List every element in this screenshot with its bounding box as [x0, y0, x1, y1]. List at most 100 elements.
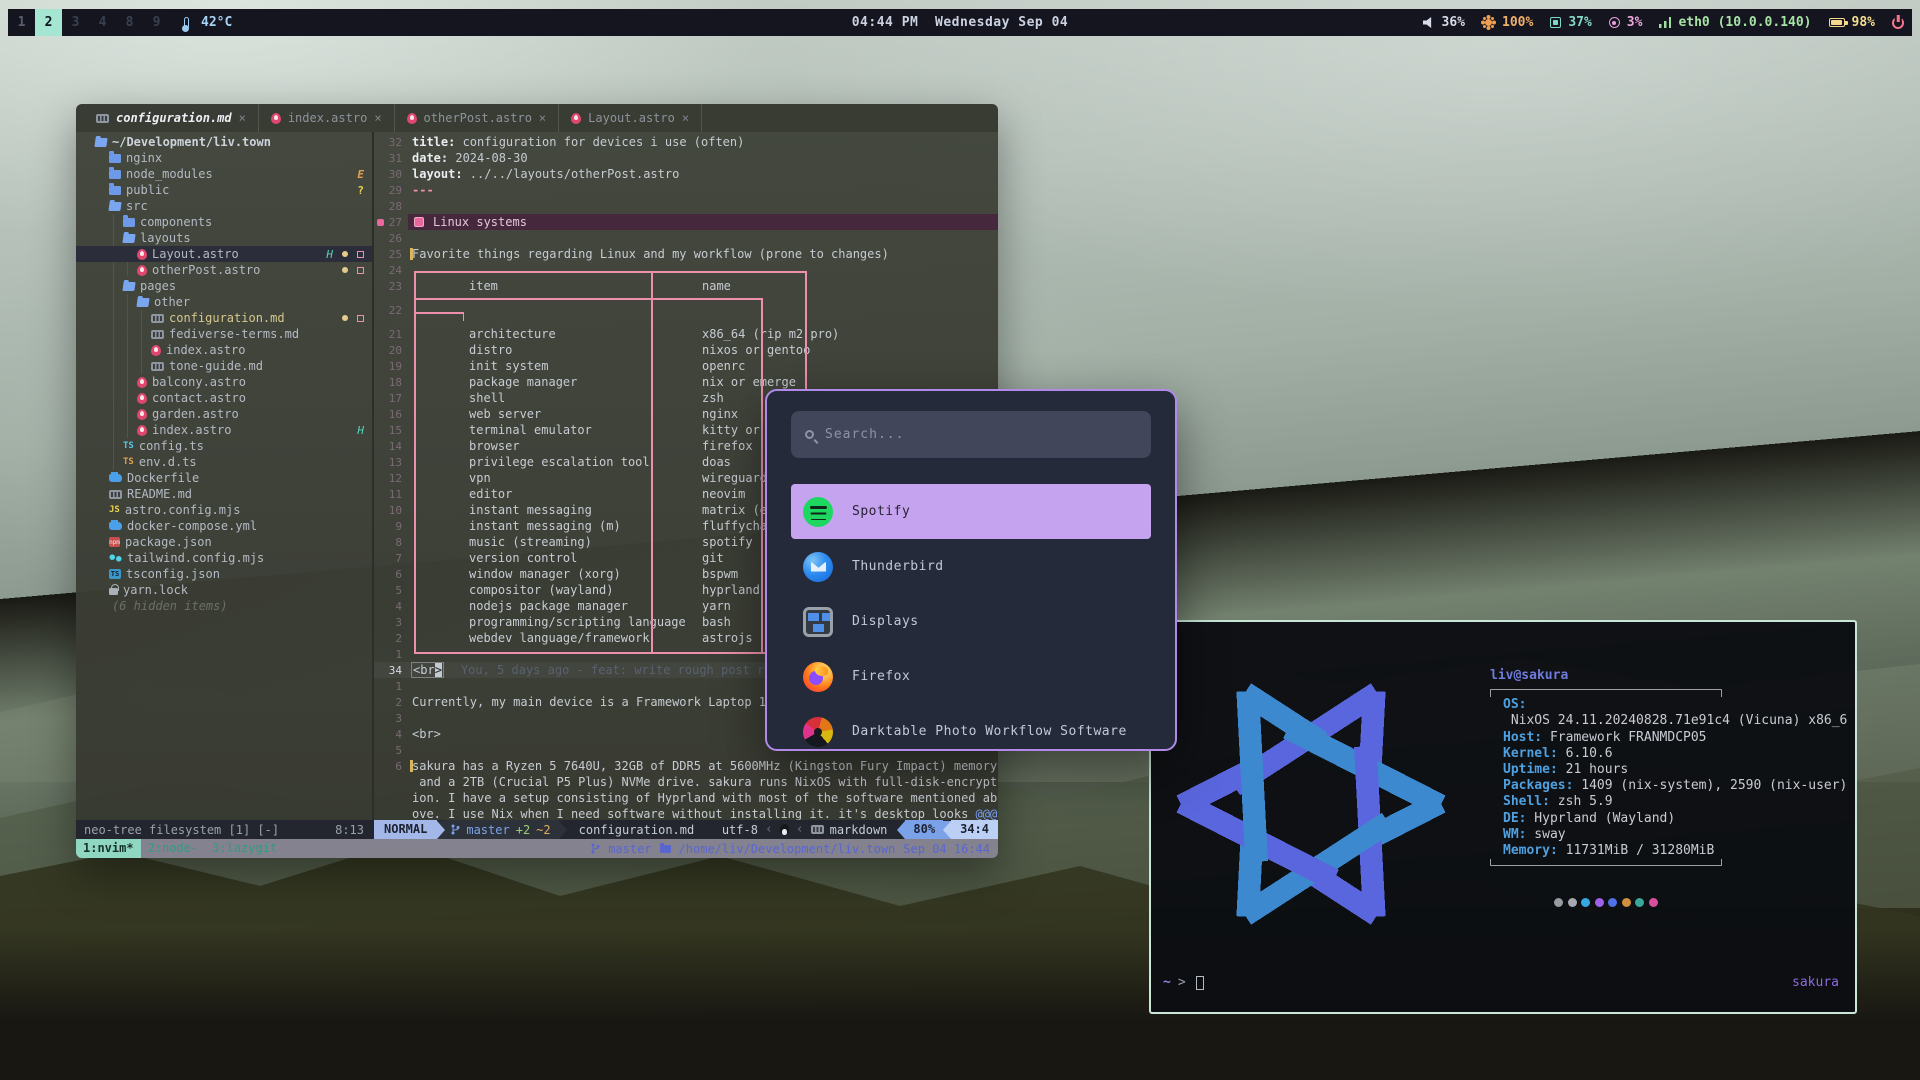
- temperature-module[interactable]: 42°C: [184, 15, 232, 30]
- file-type-icon: [137, 425, 147, 436]
- git-branch-icon: [591, 843, 600, 854]
- tree-item[interactable]: tsconfig.json: [76, 566, 372, 582]
- status-module[interactable]: 98%: [1829, 15, 1875, 30]
- tree-item[interactable]: nginx: [76, 150, 372, 166]
- tree-item[interactable]: pages: [76, 278, 372, 294]
- power-icon[interactable]: [1892, 17, 1904, 29]
- editor-tab[interactable]: otherPost.astro ×: [395, 104, 560, 132]
- git-blame-text: You, 5 days ago - feat: write rough post…: [461, 663, 772, 677]
- workspace-button[interactable]: 8: [116, 9, 143, 36]
- status-module[interactable]: 100%: [1482, 15, 1533, 30]
- tree-item[interactable]: otherPost.astro: [76, 262, 372, 278]
- editor-tab[interactable]: index.astro ×: [259, 104, 395, 132]
- tree-item-label: docker-compose.yml: [127, 519, 364, 533]
- tmux-window[interactable]: 3:lazygit: [205, 839, 284, 858]
- buffer-line: ove. I use Nix when I need software with…: [374, 806, 998, 820]
- close-icon[interactable]: ×: [682, 111, 689, 125]
- buffer-line: 26: [374, 230, 998, 246]
- status-module[interactable]: 3%: [1609, 15, 1643, 30]
- tree-item-label: env.d.ts: [139, 455, 364, 469]
- tree-item[interactable]: env.d.ts: [76, 454, 372, 470]
- launcher-search[interactable]: [791, 411, 1151, 458]
- system-info-row: DE: Hyprland (Wayland): [1503, 811, 1850, 827]
- info-box-border: [1490, 859, 1722, 866]
- git-status-badge: [357, 267, 364, 274]
- launcher-item[interactable]: Darktable Photo Workflow Software: [791, 704, 1151, 751]
- tree-item[interactable]: Dockerfile: [76, 470, 372, 486]
- file-type-icon: [109, 569, 121, 579]
- tree-item[interactable]: index.astro H: [76, 422, 372, 438]
- editor-tab[interactable]: configuration.md ×: [84, 104, 259, 132]
- heading-icon: [414, 217, 424, 227]
- tree-item[interactable]: README.md: [76, 486, 372, 502]
- tree-item[interactable]: node_modules E: [76, 166, 372, 182]
- user-host: liv@sakura: [1490, 668, 1850, 684]
- tree-item[interactable]: garden.astro: [76, 406, 372, 422]
- tree-item[interactable]: balcony.astro: [76, 374, 372, 390]
- tree-item[interactable]: tone-guide.md: [76, 358, 372, 374]
- tree-item[interactable]: fediverse-terms.md: [76, 326, 372, 342]
- tree-item[interactable]: components: [76, 214, 372, 230]
- close-icon[interactable]: ×: [374, 111, 381, 125]
- tree-item[interactable]: layouts: [76, 230, 372, 246]
- workspace-button[interactable]: 3: [62, 9, 89, 36]
- network-icon-icon: [1659, 17, 1671, 28]
- workspace-button[interactable]: 1: [8, 9, 35, 36]
- tree-item-label: src: [126, 199, 364, 213]
- tree-item[interactable]: docker-compose.yml: [76, 518, 372, 534]
- chevron-separator: ‹: [765, 822, 773, 837]
- prompt-char: >: [1178, 975, 1186, 990]
- prompt-path: ~: [1163, 975, 1171, 990]
- line-number: 1: [374, 680, 408, 693]
- line-number: 13: [374, 456, 408, 469]
- tree-item[interactable]: public ?: [76, 182, 372, 198]
- tree-item[interactable]: yarn.lock: [76, 582, 372, 598]
- tmux-window[interactable]: 2:node-: [141, 839, 206, 858]
- darktable-icon: [803, 717, 833, 747]
- tab-label: otherPost.astro: [424, 111, 532, 125]
- launcher-item[interactable]: Displays: [791, 594, 1151, 649]
- palette-dot: [1608, 898, 1617, 907]
- workspace-button[interactable]: 4: [89, 9, 116, 36]
- workspace-button[interactable]: 9: [143, 9, 170, 36]
- tree-item[interactable]: astro.config.mjs: [76, 502, 372, 518]
- tree-item-label: contact.astro: [152, 391, 364, 405]
- workspace-button[interactable]: 2: [35, 9, 62, 36]
- status-module[interactable]: eth0 (10.0.0.140): [1659, 15, 1811, 30]
- buffer-line: 27Linux systems: [374, 214, 998, 230]
- launcher-item[interactable]: Firefox: [791, 649, 1151, 704]
- line-number: 28: [374, 200, 408, 213]
- line-number: 20: [374, 344, 408, 357]
- tree-item[interactable]: tailwind.config.mjs: [76, 550, 372, 566]
- line-number: 24: [374, 264, 408, 277]
- tree-item[interactable]: package.json: [76, 534, 372, 550]
- buffer-line-text: distronixos or gentoo: [412, 342, 998, 358]
- status-module[interactable]: 37%: [1550, 15, 1591, 30]
- line-number: 17: [374, 392, 408, 405]
- battery-icon-icon: [1829, 18, 1845, 27]
- tree-item-label: nginx: [126, 151, 364, 165]
- tree-item[interactable]: src: [76, 198, 372, 214]
- search-input[interactable]: [825, 427, 1137, 442]
- status-module[interactable]: 36%: [1423, 15, 1465, 30]
- tree-item[interactable]: configuration.md: [76, 310, 372, 326]
- launcher-item[interactable]: Thunderbird: [791, 539, 1151, 594]
- tmux-window[interactable]: 1:nvim*: [76, 839, 141, 858]
- file-type-icon: [122, 282, 135, 291]
- tree-item[interactable]: index.astro: [76, 342, 372, 358]
- shell-prompt[interactable]: ~ >: [1163, 975, 1204, 990]
- line-number: 9: [374, 520, 408, 533]
- tree-item[interactable]: (6 hidden items): [76, 598, 372, 614]
- launcher-item[interactable]: Spotify: [791, 484, 1151, 539]
- tree-item[interactable]: Layout.astro H: [76, 246, 372, 262]
- file-type-icon: [123, 457, 134, 467]
- buffer-line: 28: [374, 198, 998, 214]
- close-icon[interactable]: ×: [539, 111, 546, 125]
- editor-tab[interactable]: Layout.astro ×: [559, 104, 702, 132]
- tree-item[interactable]: ~/Development/liv.town: [76, 134, 372, 150]
- tree-item[interactable]: contact.astro: [76, 390, 372, 406]
- tree-item[interactable]: config.ts: [76, 438, 372, 454]
- close-icon[interactable]: ×: [239, 111, 246, 125]
- tree-item[interactable]: other: [76, 294, 372, 310]
- powerline-separator: [437, 821, 445, 839]
